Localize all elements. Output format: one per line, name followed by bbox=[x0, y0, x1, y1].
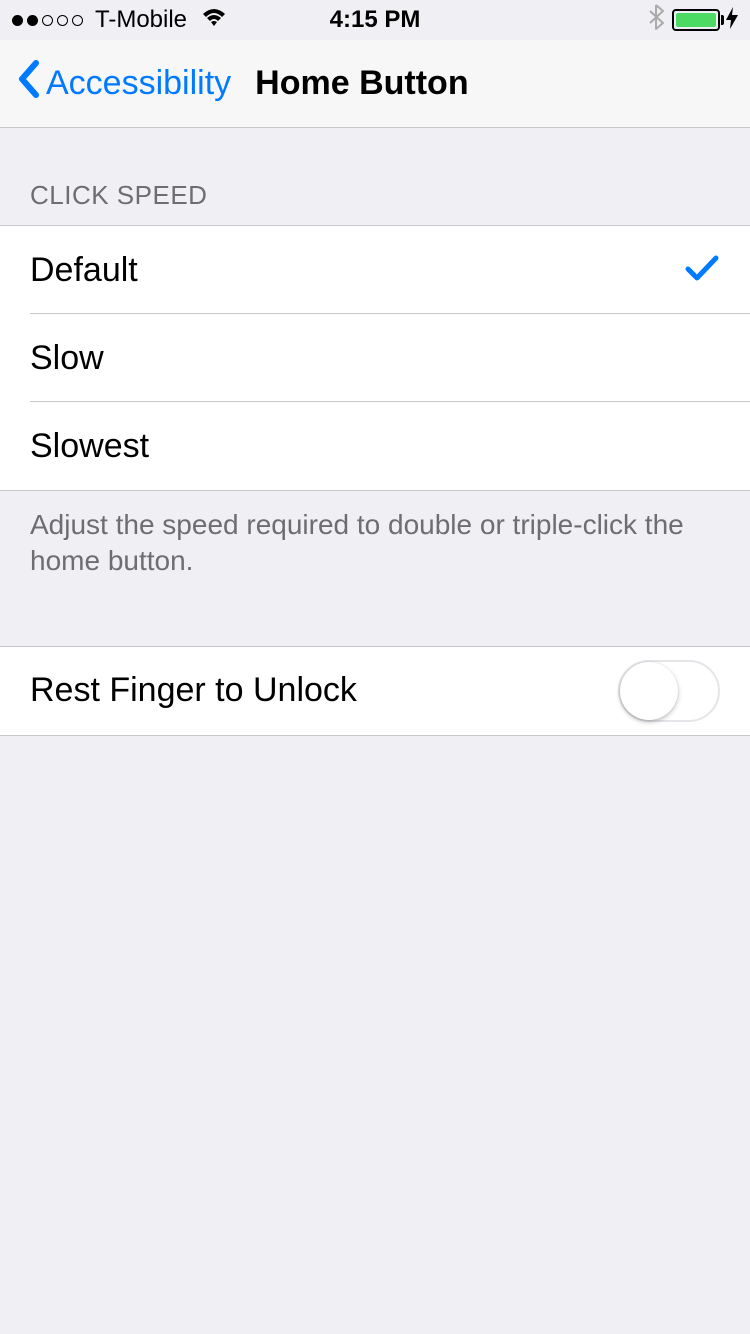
charging-icon bbox=[726, 7, 738, 34]
click-speed-header: CLICK SPEED bbox=[0, 128, 750, 225]
signal-strength-icon bbox=[12, 15, 83, 26]
back-button[interactable]: Accessibility bbox=[16, 59, 231, 108]
bluetooth-icon bbox=[648, 4, 664, 37]
click-speed-section: Default Slow Slowest bbox=[0, 225, 750, 491]
option-label: Default bbox=[30, 251, 138, 290]
option-label: Slowest bbox=[30, 427, 149, 466]
page-title: Home Button bbox=[255, 64, 468, 103]
option-label: Slow bbox=[30, 339, 104, 378]
status-left: T-Mobile bbox=[12, 6, 229, 35]
click-speed-option-slow[interactable]: Slow bbox=[0, 314, 750, 402]
click-speed-option-default[interactable]: Default bbox=[0, 226, 750, 314]
nav-bar: Accessibility Home Button bbox=[0, 40, 750, 128]
status-bar: T-Mobile 4:15 PM bbox=[0, 0, 750, 40]
click-speed-option-slowest[interactable]: Slowest bbox=[0, 402, 750, 490]
status-time: 4:15 PM bbox=[330, 6, 421, 34]
rest-finger-toggle[interactable] bbox=[618, 660, 720, 722]
chevron-left-icon bbox=[16, 59, 40, 108]
status-right bbox=[648, 4, 738, 37]
rest-finger-label: Rest Finger to Unlock bbox=[30, 671, 357, 710]
rest-finger-section: Rest Finger to Unlock bbox=[0, 646, 750, 736]
battery-icon bbox=[672, 7, 738, 34]
rest-finger-row: Rest Finger to Unlock bbox=[0, 647, 750, 735]
toggle-knob bbox=[620, 662, 678, 720]
back-label: Accessibility bbox=[46, 64, 231, 103]
checkmark-icon bbox=[684, 254, 720, 287]
wifi-icon bbox=[199, 6, 229, 35]
click-speed-footer: Adjust the speed required to double or t… bbox=[0, 491, 750, 596]
carrier-label: T-Mobile bbox=[95, 6, 187, 34]
